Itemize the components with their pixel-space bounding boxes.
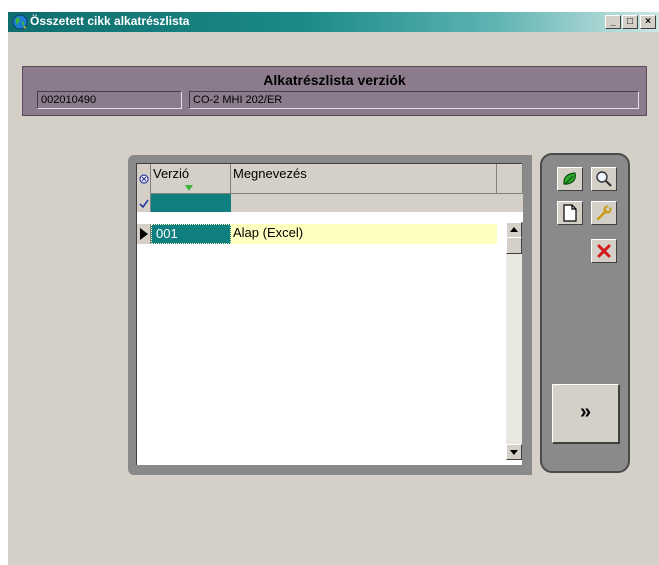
sort-down-icon <box>185 185 193 191</box>
scroll-up-button[interactable] <box>506 222 522 238</box>
item-name-field: CO-2 MHI 202/ER <box>189 91 639 109</box>
delete-button[interactable] <box>591 239 617 263</box>
row-indicator[interactable] <box>137 224 151 244</box>
filter-cell-version[interactable] <box>151 194 231 212</box>
next-button[interactable]: » <box>552 384 620 444</box>
close-button[interactable]: × <box>640 15 656 29</box>
grid-corner <box>137 164 151 194</box>
delete-x-icon <box>597 244 611 258</box>
check-icon <box>139 199 149 209</box>
title-bar[interactable]: Összetett cikk alkatrészlista _ □ × <box>8 12 659 32</box>
column-header-name[interactable]: Megnevezés <box>231 164 497 194</box>
leaf-icon <box>563 172 576 185</box>
arrow-down-icon <box>510 450 518 455</box>
minimize-button[interactable]: _ <box>605 15 621 29</box>
current-row-arrow-icon <box>140 228 148 240</box>
item-code-field: 002010490 <box>37 91 182 109</box>
filter-cell-filler <box>497 194 523 212</box>
green-leaf-button[interactable] <box>557 167 583 191</box>
edit-button[interactable] <box>591 201 617 225</box>
table-row-version[interactable]: 001 <box>151 224 231 244</box>
arrow-up-icon <box>510 227 518 232</box>
new-document-icon <box>563 204 577 222</box>
magnifier-icon <box>596 171 612 187</box>
panel-title: Alkatrészlista verziók <box>263 72 406 88</box>
globe-icon <box>12 14 28 30</box>
scroll-thumb[interactable] <box>506 237 522 254</box>
filter-cell-name[interactable] <box>231 194 497 212</box>
filter-clear-icon[interactable] <box>139 174 149 184</box>
new-button[interactable] <box>557 201 583 225</box>
search-button[interactable] <box>591 167 617 191</box>
grid-spacer <box>137 212 523 222</box>
header-panel: Alkatrészlista verziók 002010490 CO-2 MH… <box>22 66 647 116</box>
maximize-button[interactable]: □ <box>622 15 638 29</box>
column-header-filler <box>497 164 523 194</box>
scroll-down-button[interactable] <box>506 444 522 460</box>
wrench-icon <box>596 205 612 221</box>
window-title: Összetett cikk alkatrészlista <box>30 14 190 28</box>
column-header-version[interactable]: Verzió <box>151 164 231 194</box>
filter-row-indicator <box>137 194 151 214</box>
vertical-scrollbar[interactable] <box>506 222 522 460</box>
versions-grid[interactable]: Verzió Megnevezés 001 Alap (Excel) <box>136 163 523 465</box>
table-row-name[interactable]: Alap (Excel) <box>231 224 497 244</box>
